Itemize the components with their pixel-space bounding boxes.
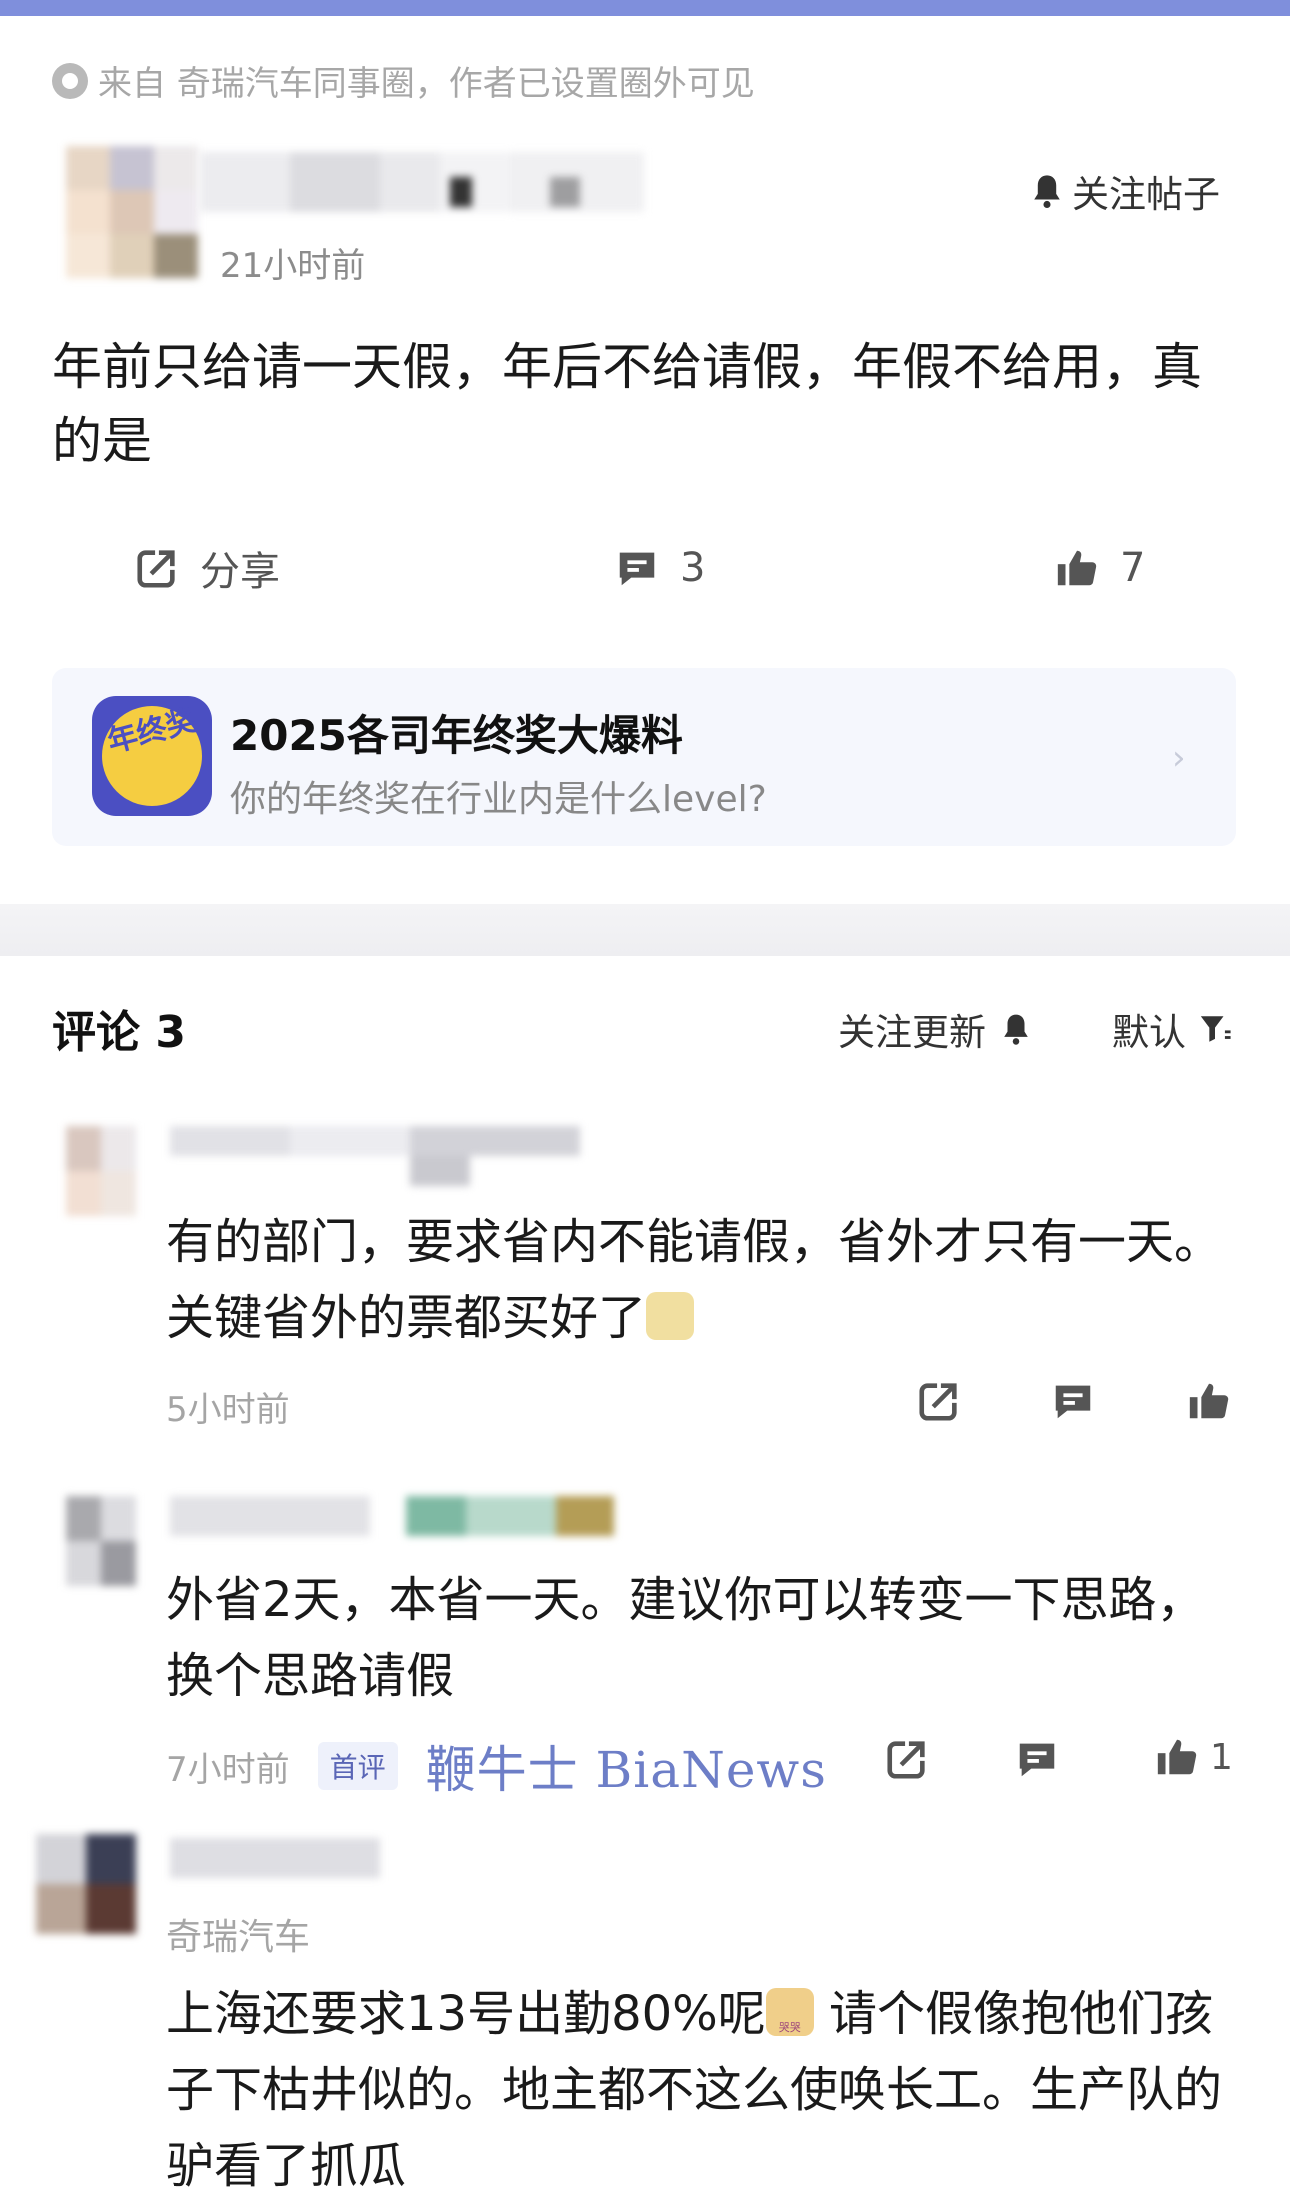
- sort-label: 默认: [1112, 1011, 1186, 1054]
- comment-text: 上海还要求13号出勤80%呢 哭哭 请个假像抱他们孩子下枯井似的。地主都不这么使唤…: [166, 1976, 1236, 2204]
- post-source-text: 来自 奇瑞汽车同事圈，作者已设置圈外可见: [98, 64, 755, 104]
- thumbs-up-icon: [1057, 550, 1097, 586]
- like-count: 1: [1210, 1736, 1233, 1778]
- banner-title: 2025各司年终奖大爆料: [230, 711, 683, 760]
- bell-icon: [1034, 175, 1060, 208]
- share-label: 分享: [200, 549, 280, 595]
- comment-avatar[interactable]: [66, 1496, 136, 1586]
- commenter-name[interactable]: [170, 1838, 380, 1878]
- follow-post-button[interactable]: 关注帖子: [1030, 164, 1220, 218]
- share-icon: [137, 550, 175, 588]
- thumbs-up-icon: [1157, 1739, 1197, 1775]
- sort-button[interactable]: 默认: [1112, 1002, 1232, 1056]
- comment-3-text-part1: 上海还要求13号出勤80%呢: [166, 1986, 766, 2042]
- comment-count: 3: [680, 545, 706, 591]
- watermark: 鞭牛士 BiaNews: [425, 1741, 827, 1799]
- top-accent-bar: [0, 0, 1290, 16]
- like-button[interactable]: 7: [1054, 538, 1145, 598]
- comment-icon: [619, 552, 655, 586]
- post-source: 来自 奇瑞汽车同事圈，作者已设置圈外可见: [52, 56, 755, 105]
- comment-icon[interactable]: [1050, 1378, 1096, 1424]
- follow-post-label: 关注帖子: [1072, 173, 1220, 216]
- follow-updates-button[interactable]: 关注更新: [838, 1002, 1032, 1056]
- comment-time: 5小时前: [166, 1390, 290, 1430]
- commenter-name[interactable]: [170, 1496, 614, 1536]
- post-time: 21小时前: [220, 246, 366, 286]
- like-count: 7: [1120, 545, 1146, 591]
- author-name[interactable]: [200, 152, 644, 212]
- comment-meta: 7小时前 首评 鞭牛士 BiaNews: [166, 1730, 827, 1802]
- first-comment-badge: 首评: [317, 1742, 398, 1790]
- year-end-bonus-logo: 年终奖: [92, 696, 212, 816]
- follow-updates-label: 关注更新: [838, 1011, 986, 1054]
- comment-text: 外省2天，本省一天。建议你可以转变一下思路，换个思路请假: [166, 1572, 1205, 1704]
- emoji-label: 哭哭: [778, 2021, 801, 2034]
- share-button[interactable]: 分享: [134, 538, 280, 598]
- comment-icon[interactable]: [1014, 1736, 1060, 1782]
- share-icon[interactable]: [916, 1378, 962, 1424]
- like-button[interactable]: 1: [1154, 1734, 1233, 1780]
- bell-icon: [1004, 1014, 1028, 1045]
- banner-subtitle: 你的年终奖在行业内是什么level?: [230, 779, 767, 820]
- comment-time: 7小时前: [166, 1749, 290, 1790]
- comments-title: 评论 3: [52, 1007, 186, 1058]
- commenter-name[interactable]: [170, 1126, 580, 1186]
- emoji-icon: [646, 1292, 695, 1340]
- author-avatar[interactable]: [66, 146, 198, 278]
- filter-icon: [1200, 1016, 1231, 1042]
- post-content: 年前只给请一天假，年后不给请假，年假不给用，真的是: [52, 338, 1202, 470]
- comment-avatar[interactable]: [66, 1126, 136, 1216]
- comment-button[interactable]: 3: [614, 538, 705, 598]
- eye-icon: [52, 62, 88, 99]
- thumbs-up-icon[interactable]: [1186, 1378, 1232, 1424]
- crying-emoji-icon: 哭哭: [765, 1988, 814, 2036]
- share-icon[interactable]: [884, 1736, 930, 1782]
- section-divider: [0, 904, 1290, 956]
- comment-avatar[interactable]: [36, 1834, 136, 1934]
- comment-text: 有的部门，要求省内不能请假，省外才只有一天。关键省外的票都买好了: [166, 1204, 1236, 1356]
- chevron-right-icon: ›: [1172, 738, 1186, 778]
- commenter-company: 奇瑞汽车: [166, 1917, 311, 1958]
